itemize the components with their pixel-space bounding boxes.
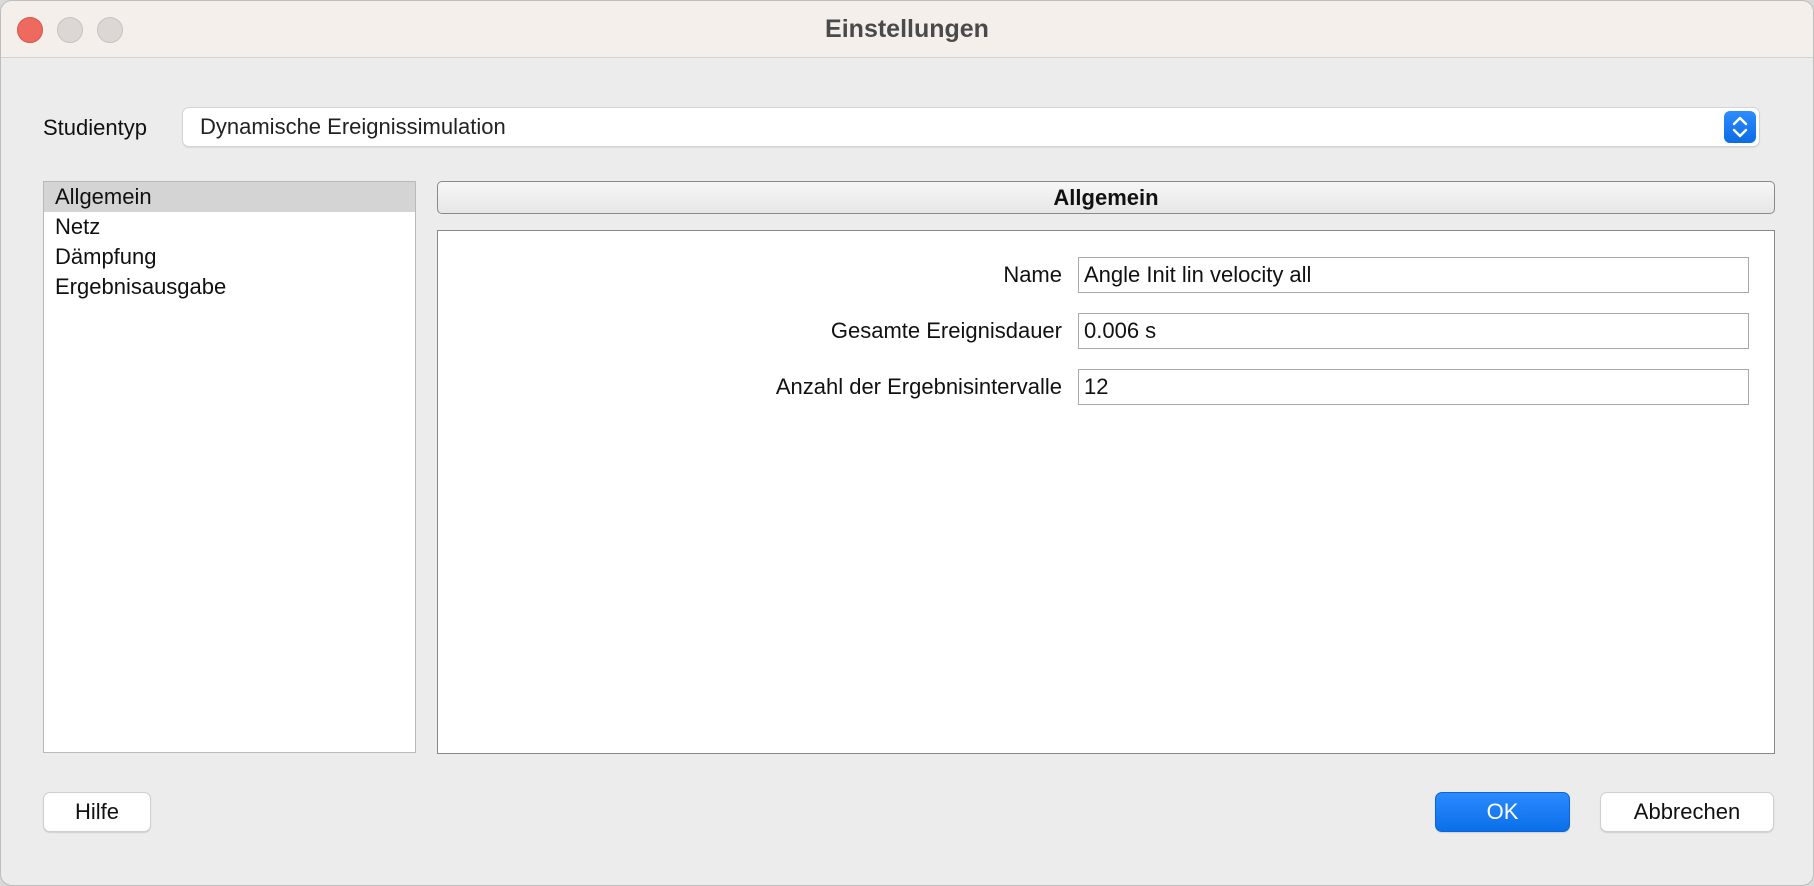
category-list: Allgemein Netz Dämpfung Ergebnisausgabe [43,181,416,753]
name-label: Name [1003,262,1062,287]
duration-label: Gesamte Ereignisdauer [830,318,1062,343]
name-field[interactable] [1078,257,1749,293]
section-header: Allgemein [437,181,1775,214]
chevron-up-down-icon[interactable] [1724,111,1756,143]
category-item-allgemein[interactable]: Allgemein [44,182,415,212]
form-panel: Name Gesamte Ereignisdauer Anzahl der Er… [437,230,1775,754]
help-button[interactable]: Hilfe [43,792,151,832]
ok-button[interactable]: OK [1435,792,1570,832]
study-type-select[interactable]: Dynamische Ereignissimulation [182,107,1760,147]
intervals-field[interactable] [1078,369,1749,405]
category-item-netz[interactable]: Netz [44,212,415,242]
settings-dialog: Einstellungen Studientyp Dynamische Erei… [0,0,1814,886]
cancel-button[interactable]: Abbrechen [1600,792,1774,832]
category-item-daempfung[interactable]: Dämpfung [44,242,415,272]
study-type-value: Dynamische Ereignissimulation [200,114,506,139]
category-item-ergebnisausgabe[interactable]: Ergebnisausgabe [44,272,415,302]
study-type-label: Studientyp [43,115,147,140]
title-bar: Einstellungen [1,1,1813,58]
window-title: Einstellungen [825,15,989,43]
duration-field[interactable] [1078,313,1749,349]
intervals-label: Anzahl der Ergebnisintervalle [775,374,1062,399]
